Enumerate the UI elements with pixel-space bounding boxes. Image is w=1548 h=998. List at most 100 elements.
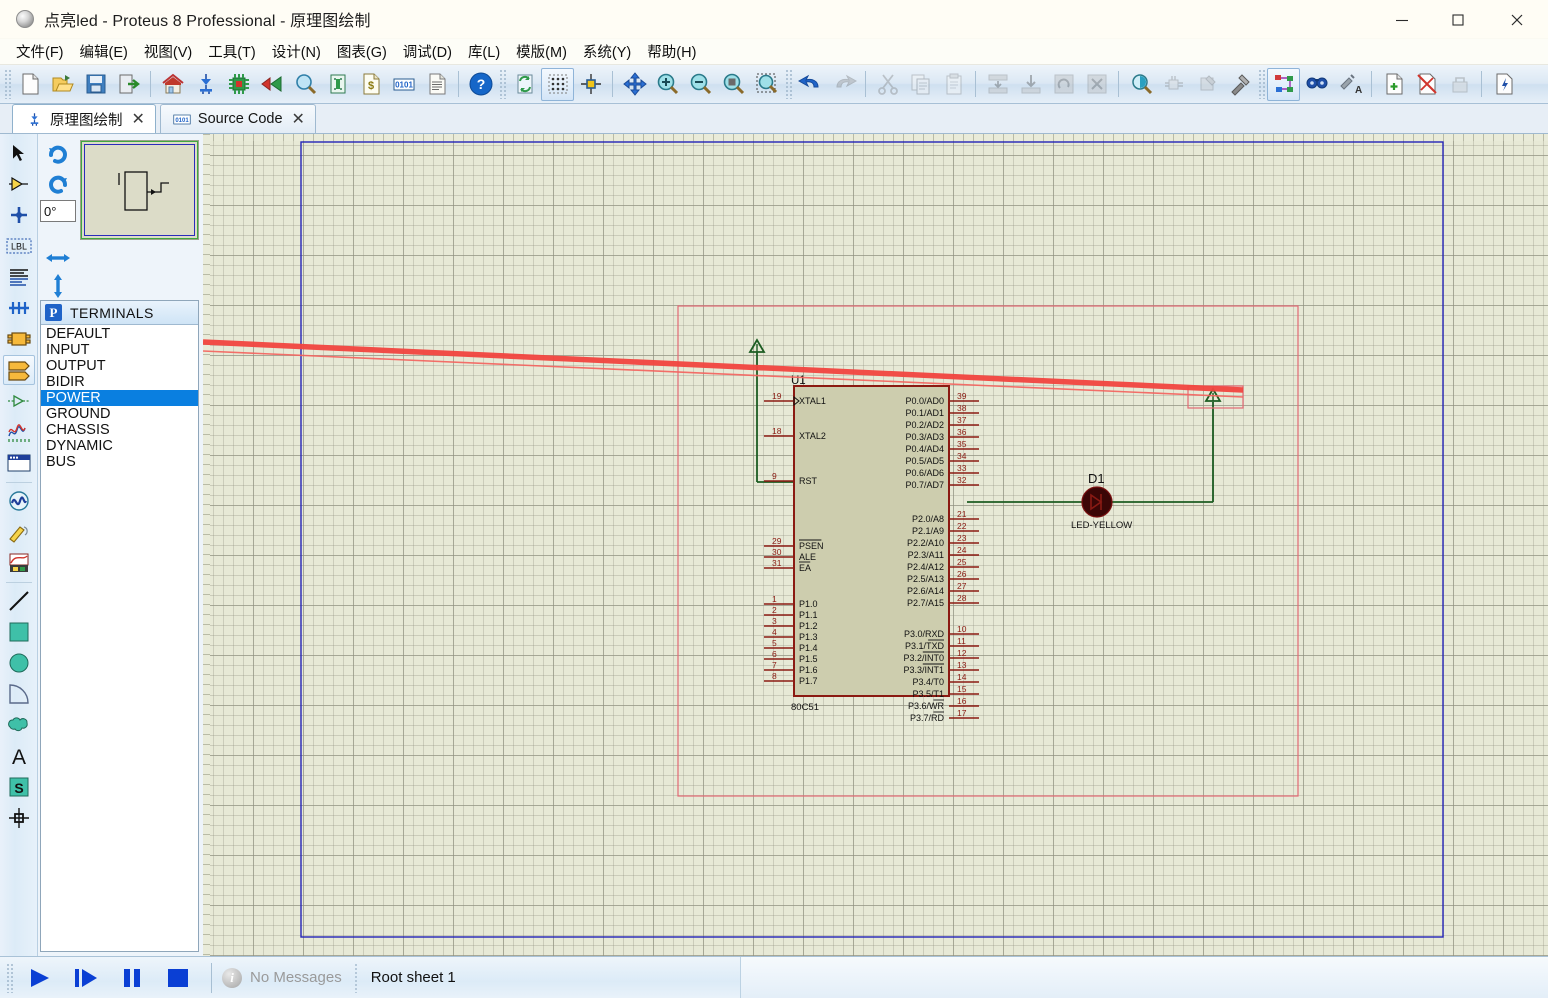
toolbar-grip[interactable] [785,69,792,99]
zoom-in-icon[interactable] [651,68,684,101]
origin-icon[interactable] [574,68,607,101]
text-tool-icon[interactable]: A [3,741,35,771]
tab-source-code[interactable]: 0101 Source Code ✕ [159,104,316,133]
stop-icon[interactable] [155,960,201,996]
exit-sheet-icon[interactable] [1443,68,1476,101]
component-mode-icon[interactable] [3,169,35,199]
close-button[interactable] [1486,0,1548,39]
design-notes-icon[interactable] [1487,68,1520,101]
zoom-all-icon[interactable] [717,68,750,101]
rotation-angle-field[interactable]: 0° [40,200,76,222]
list-item[interactable]: BUS [41,454,198,470]
list-item[interactable]: GROUND [41,406,198,422]
box-tool-icon[interactable] [3,617,35,647]
remove-sheet-icon[interactable] [1410,68,1443,101]
menu-view[interactable]: 视图(V) [136,39,200,64]
marker-tool-icon[interactable] [3,803,35,833]
list-item[interactable]: CHASSIS [41,422,198,438]
menu-debug[interactable]: 调试(D) [395,39,460,64]
text-script-mode-icon[interactable] [3,262,35,292]
report-icon[interactable] [420,68,453,101]
rotate-counterclockwise-icon[interactable] [42,168,74,198]
line-tool-icon[interactable] [3,586,35,616]
property-assignment-icon[interactable]: A [1333,68,1366,101]
schematic-capture-icon[interactable] [189,68,222,101]
list-item[interactable]: BIDIR [41,374,198,390]
make-device-icon[interactable] [1157,68,1190,101]
list-item[interactable]: OUTPUT [41,358,198,374]
terminals-mode-icon[interactable] [2,355,35,385]
toolbar-grip[interactable] [1258,69,1265,99]
undo-icon[interactable] [794,68,827,101]
toolbar-grip[interactable] [4,69,11,99]
tab-schematic-capture[interactable]: 原理图绘制 ✕ [12,104,156,133]
menu-tools[interactable]: 工具(T) [200,39,264,64]
symbol-tool-icon[interactable]: S [3,772,35,802]
menu-library[interactable]: 库(L) [460,39,508,64]
pause-icon[interactable] [109,960,155,996]
list-item[interactable]: INPUT [41,342,198,358]
zoom-area-icon[interactable] [750,68,783,101]
refresh-icon[interactable] [508,68,541,101]
graph-mode-icon[interactable] [3,417,35,447]
play-icon[interactable] [17,960,63,996]
help-icon[interactable]: ? [464,68,497,101]
pick-from-library-icon[interactable]: P [45,304,62,321]
component-d1-led[interactable]: D1 LED-YELLOW [1071,471,1132,531]
3d-visualizer-icon[interactable] [255,68,288,101]
toggle-grid-icon[interactable] [541,67,574,101]
source-code-icon[interactable]: 0101 [387,68,420,101]
pan-icon[interactable] [618,68,651,101]
new-file-icon[interactable] [13,68,46,101]
menu-system[interactable]: 系统(Y) [575,39,639,64]
rotate-clockwise-icon[interactable] [42,138,74,168]
voltage-probe-mode-icon[interactable] [3,517,35,547]
close-icon[interactable]: ✕ [292,111,305,127]
menu-design[interactable]: 设计(N) [264,39,329,64]
tape-recorder-mode-icon[interactable] [3,448,35,478]
pcb-layout-icon[interactable] [222,68,255,101]
block-move-icon[interactable] [1014,68,1047,101]
circle-tool-icon[interactable] [3,648,35,678]
cut-icon[interactable] [871,68,904,101]
exit-icon[interactable] [112,68,145,101]
block-delete-icon[interactable] [1080,68,1113,101]
arc-tool-icon[interactable] [3,679,35,709]
home-icon[interactable] [156,68,189,101]
menu-edit[interactable]: 编辑(E) [72,39,136,64]
menu-graph[interactable]: 图表(G) [329,39,395,64]
mirror-horizontal-icon[interactable] [42,244,74,272]
buses-mode-icon[interactable] [3,293,35,323]
new-sheet-icon[interactable] [1377,68,1410,101]
power-terminal-left[interactable] [748,338,766,353]
list-item[interactable]: DYNAMIC [41,438,198,454]
search-tag-icon[interactable] [1300,68,1333,101]
save-file-icon[interactable] [79,68,112,101]
wire-autorouter-icon[interactable] [1267,67,1300,101]
menu-file[interactable]: 文件(F) [8,39,72,64]
design-explorer-icon[interactable] [288,68,321,101]
bill-of-materials-icon[interactable] [321,68,354,101]
list-item-selected[interactable]: POWER [41,390,198,406]
decompose-icon[interactable] [1223,68,1256,101]
list-item[interactable]: DEFAULT [41,326,198,342]
block-copy-icon[interactable] [981,68,1014,101]
path-tool-icon[interactable] [3,710,35,740]
schematic-canvas[interactable]: U1 80C51 19 XTAL1 18 XTAL2 9 RST 29 PSEN 30 ALE 31… [203,134,1548,956]
block-rotate-icon[interactable] [1047,68,1080,101]
close-icon[interactable]: ✕ [132,111,145,127]
selection-mode-icon[interactable] [3,138,35,168]
subcircuit-mode-icon[interactable] [3,324,35,354]
mirror-vertical-icon[interactable] [42,272,74,300]
menu-template[interactable]: 模版(M) [508,39,575,64]
packaging-tool-icon[interactable] [1190,68,1223,101]
copy-icon[interactable] [904,68,937,101]
maximize-button[interactable] [1430,0,1486,39]
cost-icon[interactable]: $ [354,68,387,101]
minimize-button[interactable] [1374,0,1430,39]
menu-help[interactable]: 帮助(H) [639,39,704,64]
status-grip[interactable] [353,962,359,993]
generator-mode-icon[interactable] [3,486,35,516]
open-file-icon[interactable] [46,68,79,101]
wire-label-mode-icon[interactable]: LBL [3,231,35,261]
